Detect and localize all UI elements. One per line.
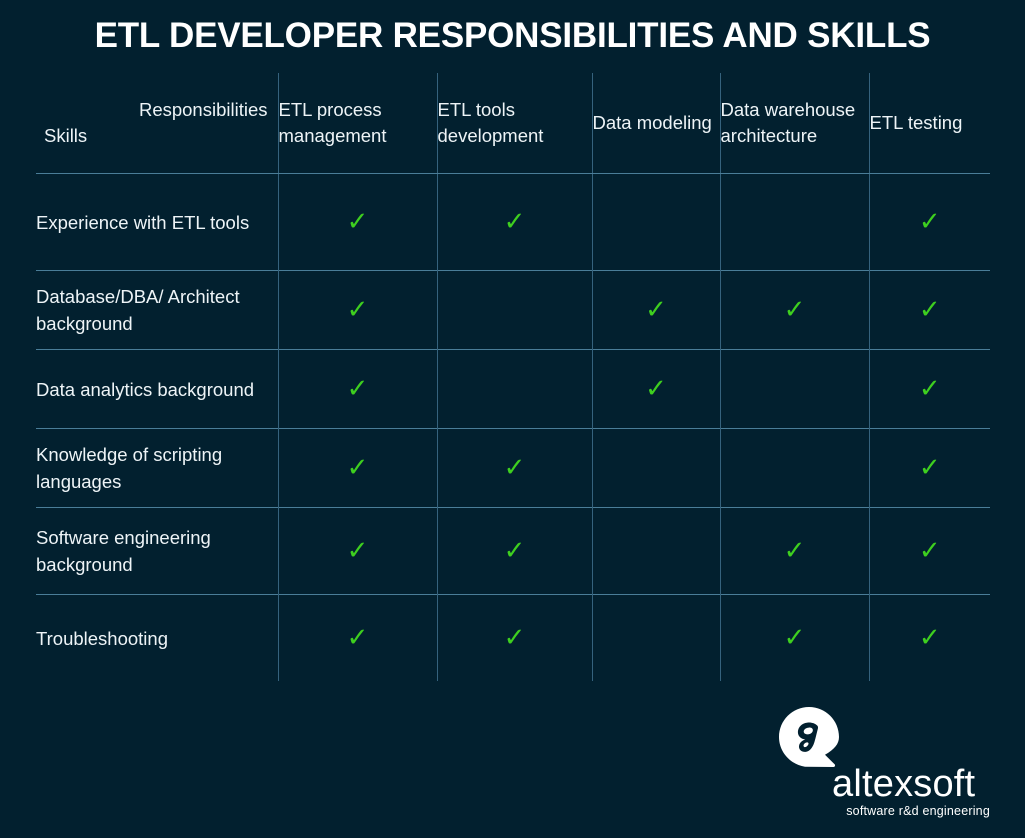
logo-tagline: software r&d engineering <box>846 804 990 818</box>
cell-r4-c0: ✓ <box>277 507 437 595</box>
check-icon: ✓ <box>346 207 369 237</box>
table-row: Troubleshooting ✓ ✓ ✓ ✓ ✓ <box>36 594 990 681</box>
cell-r1-c4: ✓ <box>868 270 990 350</box>
check-icon: ✓ <box>503 536 526 566</box>
cell-r2-c2: ✓ <box>591 349 720 429</box>
cell-r2-c0: ✓ <box>277 349 437 429</box>
column-header-etl-process-management: ETL process management <box>277 73 437 174</box>
row-label-database-dba-architect-background: Database/DBA/ Architect background <box>36 270 278 350</box>
row-label-data-analytics-background: Data analytics background <box>36 349 278 429</box>
header-skills-label: Skills <box>44 125 88 146</box>
cell-r3-c2: ✓ <box>591 428 720 508</box>
cell-r4-c4: ✓ <box>868 507 990 595</box>
cell-r0-c3: ✓ <box>719 173 869 271</box>
row-label-troubleshooting: Troubleshooting <box>36 594 278 681</box>
cell-r4-c2: ✓ <box>591 507 720 595</box>
check-icon: ✓ <box>645 295 667 325</box>
page-title: ETL DEVELOPER RESPONSIBILITIES AND SKILL… <box>94 16 931 55</box>
check-icon: ✓ <box>918 295 941 325</box>
check-icon: ✓ <box>783 623 806 653</box>
column-header-etl-testing: ETL testing <box>868 73 990 174</box>
cell-r1-c0: ✓ <box>277 270 437 350</box>
table-header-row: Responsibilities Skills ETL process mana… <box>36 73 990 174</box>
cell-r5-c3: ✓ <box>719 594 869 681</box>
check-icon: ✓ <box>346 453 369 483</box>
row-label-software-engineering-background: Software engineering background <box>36 507 278 595</box>
cell-r2-c1: ✓ <box>436 349 592 429</box>
header-corner-cell: Responsibilities Skills <box>36 73 278 174</box>
check-icon: ✓ <box>645 374 667 404</box>
altexsoft-logo: altexsoft software r&d engineering <box>770 706 990 818</box>
altexsoft-bubble-a-icon <box>779 707 839 767</box>
check-icon: ✓ <box>918 374 941 404</box>
cell-r1-c1: ✓ <box>436 270 592 350</box>
check-icon: ✓ <box>346 374 369 404</box>
cell-r0-c2: ✓ <box>591 173 720 271</box>
cell-r5-c2: ✓ <box>591 594 720 681</box>
table-row: Database/DBA/ Architect background ✓ ✓ ✓… <box>36 270 990 350</box>
column-header-etl-tools-development: ETL tools development <box>436 73 592 174</box>
check-icon: ✓ <box>918 623 941 653</box>
cell-r1-c2: ✓ <box>591 270 720 350</box>
check-icon: ✓ <box>346 536 369 566</box>
responsibilities-skills-matrix: Responsibilities Skills ETL process mana… <box>36 73 990 681</box>
table-row: Knowledge of scripting languages ✓ ✓ ✓ ✓… <box>36 428 990 508</box>
check-icon: ✓ <box>346 623 369 653</box>
cell-r4-c1: ✓ <box>436 507 592 595</box>
header-responsibilities-label: Responsibilities <box>138 99 268 120</box>
check-icon: ✓ <box>503 207 526 237</box>
cell-r3-c1: ✓ <box>436 428 592 508</box>
check-icon: ✓ <box>503 453 526 483</box>
table-row: Software engineering background ✓ ✓ ✓ ✓ … <box>36 507 990 595</box>
check-icon: ✓ <box>783 536 806 566</box>
cell-r5-c0: ✓ <box>277 594 437 681</box>
column-header-data-modeling: Data modeling <box>591 73 720 174</box>
logo-wordmark: altexsoft <box>832 763 976 805</box>
check-icon: ✓ <box>918 536 941 566</box>
check-icon: ✓ <box>918 207 941 237</box>
cell-r0-c1: ✓ <box>436 173 592 271</box>
cell-r0-c0: ✓ <box>277 173 437 271</box>
check-icon: ✓ <box>503 623 526 653</box>
row-label-experience-with-etl-tools: Experience with ETL tools <box>36 211 250 233</box>
cell-r4-c3: ✓ <box>719 507 869 595</box>
cell-r3-c0: ✓ <box>277 428 437 508</box>
check-icon: ✓ <box>783 295 806 325</box>
table-row: Data analytics background ✓ ✓ ✓ ✓ ✓ <box>36 349 990 429</box>
table-row: Experience with ETL tools ✓ ✓ ✓ ✓ ✓ <box>36 173 990 271</box>
cell-r3-c3: ✓ <box>719 428 869 508</box>
cell-r5-c1: ✓ <box>436 594 592 681</box>
column-header-data-warehouse-architecture: Data warehouse architecture <box>719 73 869 174</box>
check-icon: ✓ <box>346 295 369 325</box>
check-icon: ✓ <box>918 453 941 483</box>
cell-r5-c4: ✓ <box>868 594 990 681</box>
cell-r2-c4: ✓ <box>868 349 990 429</box>
cell-r2-c3: ✓ <box>719 349 869 429</box>
cell-r0-c4: ✓ <box>868 173 990 271</box>
cell-r3-c4: ✓ <box>868 428 990 508</box>
row-label-knowledge-of-scripting-languages: Knowledge of scripting languages <box>36 428 278 508</box>
cell-r1-c3: ✓ <box>719 270 869 350</box>
